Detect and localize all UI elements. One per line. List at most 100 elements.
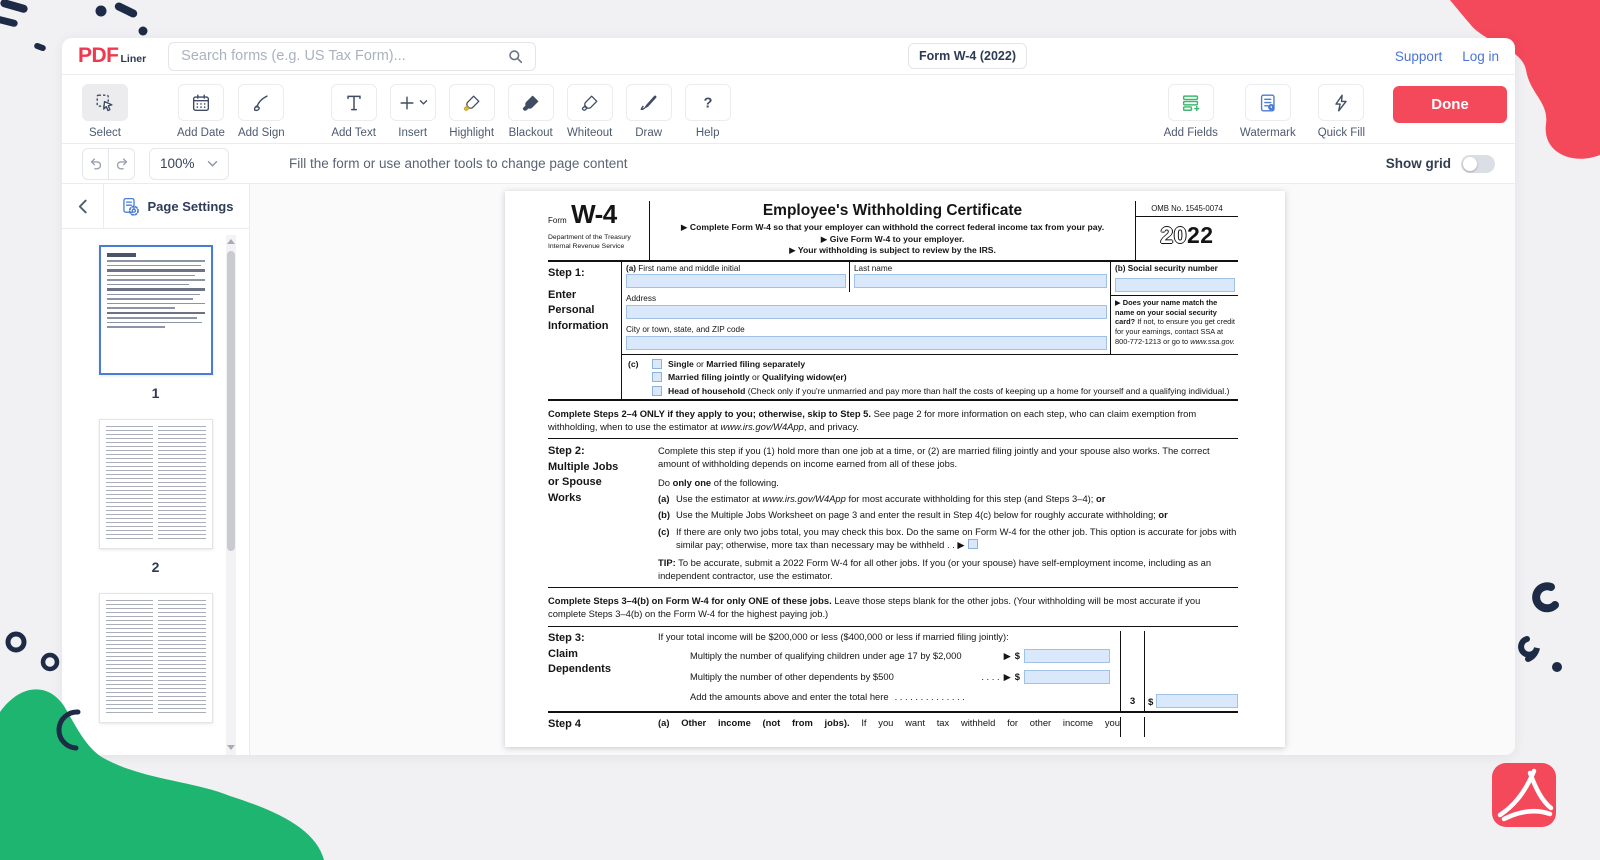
qualifying-children-amount-field[interactable] bbox=[1024, 649, 1110, 663]
redo-icon bbox=[113, 155, 131, 173]
step3-label: Step 3: Claim Dependents bbox=[548, 631, 658, 711]
thumbnail-sketch bbox=[107, 253, 205, 367]
filing-status-option: Single or Married filing separately bbox=[652, 359, 1229, 369]
step1-section: Step 1: Enter Personal Information (a) bbox=[548, 262, 1238, 401]
select-tool-button[interactable]: Select bbox=[82, 84, 128, 139]
add-text-button[interactable]: Add Text bbox=[331, 84, 377, 139]
married-jointly-checkbox[interactable] bbox=[652, 372, 662, 382]
done-button[interactable]: Done bbox=[1393, 86, 1507, 123]
whiteout-brush-icon bbox=[579, 92, 601, 114]
undo-icon bbox=[87, 155, 105, 173]
support-link[interactable]: Support bbox=[1395, 49, 1442, 64]
page-settings-icon bbox=[120, 196, 141, 217]
highlight-button[interactable]: Highlight bbox=[449, 84, 495, 139]
page-thumbnail-1[interactable] bbox=[99, 245, 213, 375]
pdfliner-logo[interactable]: PDF Liner bbox=[78, 44, 146, 68]
form-header: Form W-4 Department of the Treasury Inte… bbox=[548, 201, 1238, 262]
single-checkbox[interactable] bbox=[652, 359, 662, 369]
pdf-logo-decoration bbox=[1492, 763, 1556, 827]
omb-year-block: OMB No. 1545-0074 2022 bbox=[1135, 201, 1238, 260]
plus-icon bbox=[397, 93, 417, 113]
help-button[interactable]: ? Help bbox=[685, 84, 731, 139]
step4-label: Step 4 bbox=[548, 717, 658, 737]
scroll-up-arrow[interactable] bbox=[226, 235, 236, 247]
total-dependents-amount-field[interactable] bbox=[1156, 694, 1238, 708]
search-input[interactable] bbox=[179, 47, 506, 65]
filing-status-option: Married filing jointly or Qualifying wid… bbox=[652, 372, 1229, 382]
ssa-note: ▶ Does your name match the name on your … bbox=[1111, 296, 1238, 347]
undo-button[interactable] bbox=[82, 148, 109, 180]
last-name-field[interactable] bbox=[854, 274, 1107, 288]
collapse-sidebar-button[interactable] bbox=[62, 184, 104, 228]
form-number-block: Form W-4 Department of the Treasury Inte… bbox=[548, 201, 650, 260]
ssn-field[interactable] bbox=[1115, 278, 1235, 292]
show-grid-label: Show grid bbox=[1386, 156, 1451, 171]
search-icon[interactable] bbox=[506, 47, 525, 66]
ink-decoration-right bbox=[1505, 575, 1575, 685]
top-bar: PDF Liner Form W-4 (2022) Support Log in bbox=[62, 38, 1515, 75]
redo-button[interactable] bbox=[108, 148, 135, 180]
page-number-2: 2 bbox=[99, 559, 213, 575]
quick-fill-button[interactable]: Quick Fill bbox=[1318, 84, 1365, 139]
other-dependents-amount-field[interactable] bbox=[1024, 670, 1110, 684]
step1-label: Step 1: Enter Personal Information bbox=[548, 262, 622, 399]
fields-list-icon bbox=[1180, 92, 1202, 114]
logo-liner-text: Liner bbox=[121, 53, 147, 65]
two-jobs-checkbox[interactable] bbox=[968, 539, 978, 549]
form-title-block: Employee's Withholding Certificate ▶ Com… bbox=[650, 201, 1135, 260]
filing-status-option: Head of household (Check only if you're … bbox=[652, 386, 1229, 396]
login-link[interactable]: Log in bbox=[1462, 49, 1499, 64]
zoom-level-dropdown[interactable]: 100% bbox=[149, 148, 229, 180]
add-fields-button[interactable]: Add Fields bbox=[1164, 84, 1218, 139]
lightning-bolt-icon bbox=[1330, 92, 1352, 114]
form-year: 2022 bbox=[1136, 217, 1238, 249]
add-date-button[interactable]: Add Date bbox=[177, 84, 225, 139]
first-name-field[interactable] bbox=[626, 274, 846, 288]
line-3-number: 3 bbox=[1120, 631, 1145, 711]
search-box bbox=[168, 42, 536, 71]
draw-button[interactable]: Draw bbox=[626, 84, 672, 139]
step4-section: Step 4 (a) Other income (not from jobs).… bbox=[548, 713, 1238, 737]
toolbar-hint-text: Fill the form or use another tools to ch… bbox=[289, 156, 627, 171]
add-sign-button[interactable]: Add Sign bbox=[238, 84, 285, 139]
filing-status-row: (c) Single or Married filing separately … bbox=[622, 355, 1238, 399]
address-field[interactable] bbox=[626, 305, 1107, 319]
blackout-brush-icon bbox=[520, 92, 542, 114]
sidebar-header: Page Settings bbox=[62, 184, 249, 229]
step2-label: Step 2: Multiple Jobs or Spouse Works bbox=[548, 444, 658, 582]
pdfliner-app-screen: PDF Liner Form W-4 (2022) Support Log in bbox=[0, 0, 1600, 860]
insert-button[interactable]: Insert bbox=[390, 84, 436, 139]
form-title: Employee's Withholding Certificate bbox=[658, 202, 1127, 220]
svg-text:?: ? bbox=[703, 95, 712, 111]
whiteout-button[interactable]: Whiteout bbox=[567, 84, 613, 139]
page-settings-label: Page Settings bbox=[148, 199, 234, 214]
sub-toolbar: 100% Fill the form or use another tools … bbox=[62, 144, 1515, 184]
form-number: W-4 bbox=[571, 203, 617, 226]
logo-pdf-text: PDF bbox=[78, 44, 119, 68]
blackout-button[interactable]: Blackout bbox=[508, 84, 554, 139]
watermark-button[interactable]: Watermark bbox=[1240, 84, 1296, 139]
green-blob-decoration-bottom-left bbox=[0, 600, 340, 860]
draw-brush-icon bbox=[638, 92, 660, 114]
chevron-down-icon bbox=[207, 160, 218, 168]
show-grid-toggle[interactable] bbox=[1461, 155, 1495, 173]
page-number-1: 1 bbox=[99, 385, 213, 401]
step3-section: Step 3: Claim Dependents If your total i… bbox=[548, 627, 1238, 713]
chevron-left-icon bbox=[77, 199, 88, 214]
document-title-badge: Form W-4 (2022) bbox=[908, 43, 1027, 69]
ssn-column: (b) Social security number ▶ Does your n… bbox=[1110, 262, 1238, 354]
chevron-down-icon bbox=[419, 99, 428, 106]
head-of-household-checkbox[interactable] bbox=[652, 386, 662, 396]
steps-3-4b-note: Complete Steps 3–4(b) on Form W-4 for on… bbox=[548, 588, 1238, 626]
watermark-document-icon bbox=[1257, 92, 1279, 114]
document-canvas: Form W-4 Department of the Treasury Inte… bbox=[250, 184, 1515, 755]
scrollbar-thumb[interactable] bbox=[227, 251, 235, 551]
select-cursor-icon bbox=[94, 92, 116, 114]
city-state-zip-field[interactable] bbox=[626, 336, 1107, 350]
page-thumbnail-2[interactable] bbox=[99, 419, 213, 549]
omb-number: OMB No. 1545-0074 bbox=[1136, 201, 1238, 217]
w4-form-page: Form W-4 Department of the Treasury Inte… bbox=[505, 191, 1285, 747]
page-settings-button[interactable]: Page Settings bbox=[104, 184, 249, 228]
steps-2-4-note: Complete Steps 2–4 ONLY if they apply to… bbox=[548, 401, 1238, 439]
show-grid-control: Show grid bbox=[1386, 155, 1495, 173]
